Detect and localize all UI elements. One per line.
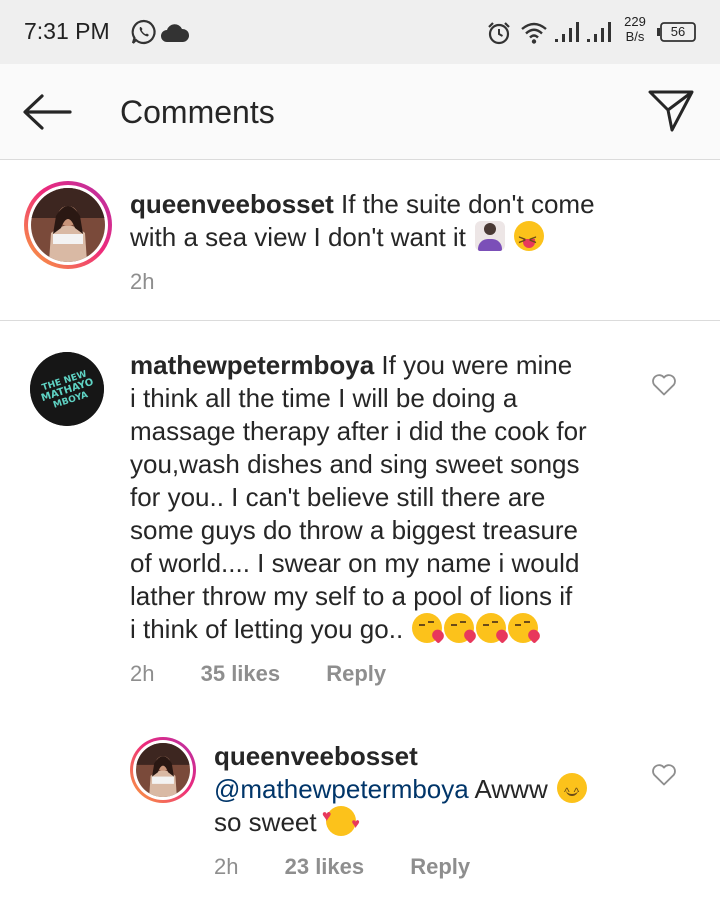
comment-text: If the suite don't come: [340, 189, 595, 219]
avatar[interactable]: [24, 181, 112, 269]
face-blowing-kiss-emoji: [412, 613, 443, 643]
comment-text: for you.. I can't believe still there ar…: [130, 482, 546, 512]
person-shrugging-emoji: [475, 221, 506, 251]
status-bar: 7:31 PM 229 B/s 56: [0, 0, 720, 64]
comment-username[interactable]: mathewpetermboya: [130, 350, 374, 380]
comment: mathewpetermboya If you were mine i thin…: [130, 349, 640, 646]
comment-meta: 2h 35 likes Reply: [130, 661, 426, 687]
avatar[interactable]: [130, 737, 196, 803]
reply-button[interactable]: Reply: [410, 854, 470, 879]
wifi-icon: [521, 22, 547, 44]
network-speed-value: 229: [624, 14, 646, 29]
face-blowing-kiss-emoji: [508, 613, 539, 643]
comment-text: of world.... I swear on my name i would: [130, 548, 580, 578]
arrow-left-icon[interactable]: [20, 90, 74, 134]
caption-comment: queenveebosset If the suite don't come w…: [130, 188, 690, 256]
comment-time: 2h: [214, 854, 239, 879]
comment-meta: 2h: [130, 269, 194, 295]
signal-icon: [555, 22, 579, 42]
face-blowing-kiss-emoji: [476, 613, 507, 643]
signal-icon: [587, 22, 611, 42]
comment-text: If you were mine: [381, 350, 573, 380]
alarm-icon: [488, 22, 510, 45]
comment-username[interactable]: queenveebosset: [130, 189, 334, 219]
likes-count[interactable]: 23 likes: [285, 854, 365, 879]
divider: [0, 320, 720, 321]
reply-comment: queenveebosset @mathewpetermboya Awww so…: [214, 740, 634, 840]
heart-icon[interactable]: [651, 763, 677, 787]
paper-plane-icon[interactable]: [646, 86, 696, 136]
whatsapp-icon: [131, 19, 156, 45]
comment-time: 2h: [130, 269, 155, 294]
comment-text: so sweet: [214, 807, 317, 837]
comment-time: 2h: [130, 661, 155, 686]
profile-photo: [31, 188, 105, 262]
comment-text: massage therapy after i did the cook for: [130, 416, 587, 446]
heart-icon[interactable]: [651, 373, 677, 397]
comment-meta: 2h 23 likes Reply: [214, 854, 510, 880]
cloud-icon: [161, 24, 190, 42]
mention-link[interactable]: @mathewpetermboya: [214, 774, 469, 804]
likes-count[interactable]: 35 likes: [201, 661, 281, 686]
comment-text: i think all the time I will be doing a: [130, 383, 518, 413]
comment-text: i think of letting you go..: [130, 614, 404, 644]
status-time: 7:31 PM: [24, 18, 110, 44]
battery-level: 56: [670, 24, 686, 39]
comment-username[interactable]: queenveebosset: [214, 740, 634, 773]
smiling-face-with-hearts-emoji: [322, 800, 360, 840]
comment-text: Awww: [474, 774, 548, 804]
comment-text: some guys do throw a biggest treasure: [130, 515, 579, 545]
comment-text: with a sea view I don't want it: [130, 222, 466, 252]
network-speed-unit: B/s: [625, 29, 645, 44]
avatar[interactable]: THE NEW MATHAYO MBOYA: [30, 352, 104, 426]
comment-text: lather throw my self to a pool of lions …: [130, 581, 573, 611]
smiling-face-with-smiling-eyes-emoji: [556, 773, 587, 809]
profile-photo: THE NEW MATHAYO MBOYA: [30, 352, 104, 426]
squinting-face-with-tongue-emoji: [514, 221, 545, 256]
comments-header: Comments: [0, 64, 720, 160]
profile-photo: [136, 743, 190, 797]
reply-button[interactable]: Reply: [326, 661, 386, 686]
page-title: Comments: [120, 94, 275, 130]
comment-text: you,wash dishes and sing sweet songs: [130, 449, 580, 479]
network-speed: 229 B/s: [618, 14, 652, 44]
face-blowing-kiss-emoji: [444, 613, 475, 643]
